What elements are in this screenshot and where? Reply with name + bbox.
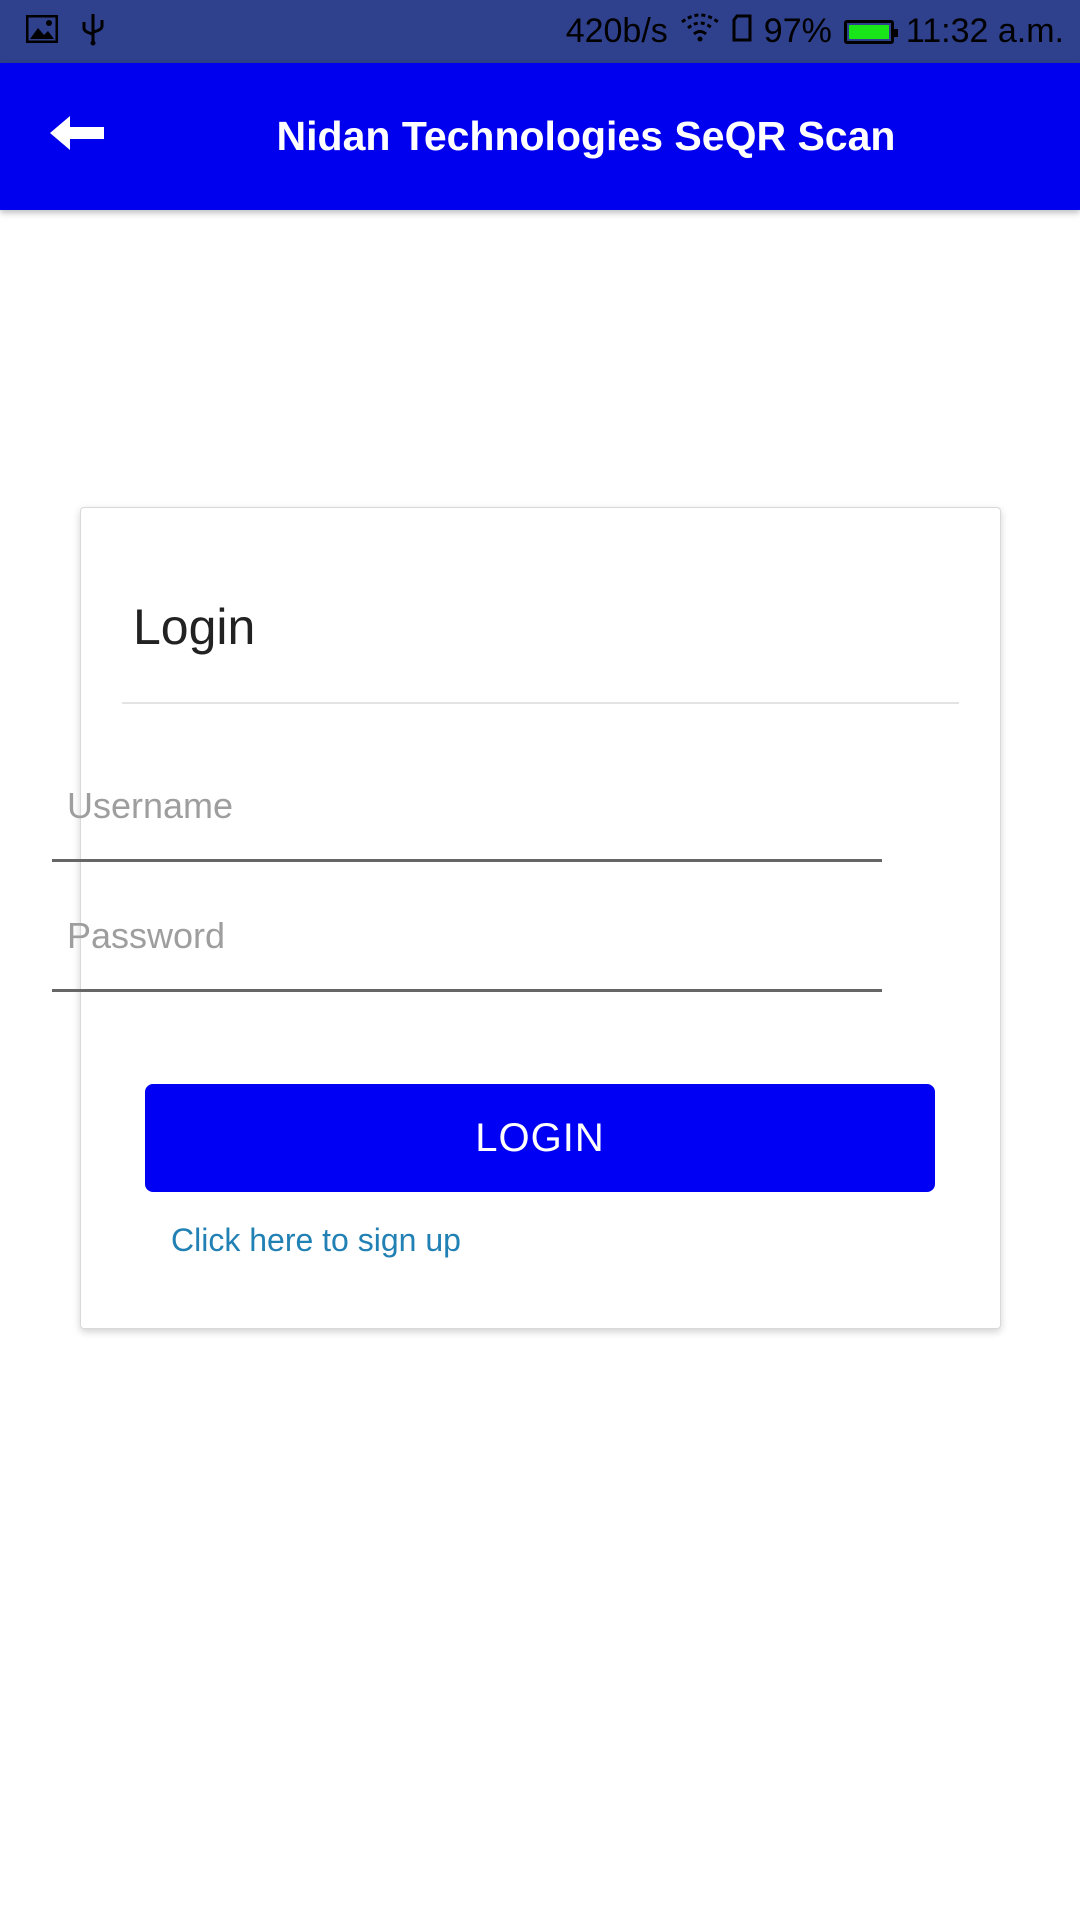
back-arrow-icon [50, 115, 106, 155]
sim-icon [732, 0, 752, 63]
usb-icon [80, 12, 106, 51]
wifi-icon [680, 0, 720, 63]
card-divider [122, 702, 959, 704]
back-button[interactable] [46, 107, 110, 163]
status-bar: 420b/s 97% 11:32 a.m. [0, 0, 1080, 63]
network-speed: 420b/s [565, 12, 668, 50]
app-title: Nidan Technologies SeQR Scan [276, 113, 896, 159]
login-button[interactable]: LOGIN [145, 1084, 935, 1192]
username-input[interactable] [52, 752, 882, 859]
password-input[interactable] [52, 882, 882, 989]
app-bar: Nidan Technologies SeQR Scan [0, 63, 1080, 210]
status-left-icons [25, 0, 106, 63]
username-field [52, 752, 882, 862]
password-field [52, 882, 882, 992]
image-icon [25, 14, 59, 48]
login-title: Login [133, 599, 256, 655]
clock: 11:32 a.m. [905, 12, 1064, 50]
status-right-info: 420b/s 97% 11:32 a.m. [566, 0, 1064, 63]
battery-icon [843, 19, 898, 44]
signup-link[interactable]: Click here to sign up [171, 1222, 461, 1259]
battery-percent: 97% [763, 12, 832, 50]
